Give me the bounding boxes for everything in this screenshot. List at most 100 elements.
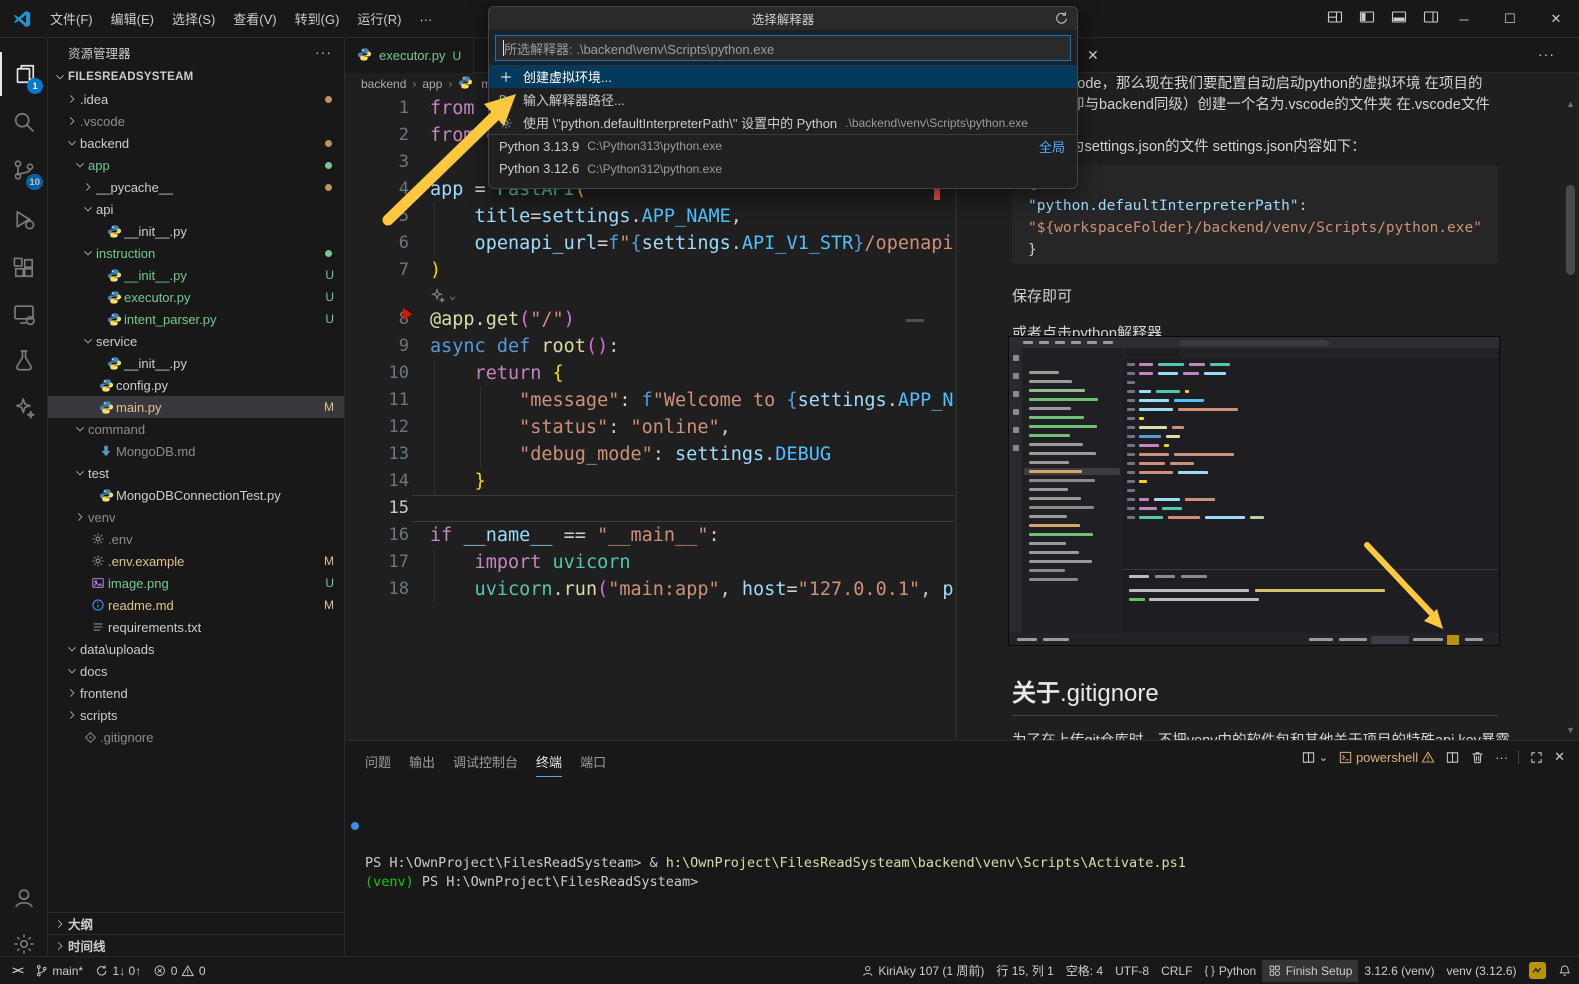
close-panel-icon[interactable]: ✕	[1554, 749, 1565, 765]
scroll-up-icon[interactable]: ▲	[1566, 99, 1575, 109]
tree-item--gitignore[interactable]: .gitignore	[48, 726, 344, 748]
panel-tab-1[interactable]: 输出	[409, 747, 435, 777]
activitybar-source-control[interactable]: 10	[0, 148, 47, 192]
editor-scrollbar-thumb[interactable]	[906, 319, 924, 322]
tree-item-requirements-txt[interactable]: requirements.txt	[48, 616, 344, 638]
breadcrumb-item-1[interactable]: app	[422, 77, 442, 91]
panel-tab-4[interactable]: 端口	[580, 747, 606, 777]
activitybar-testing[interactable]	[0, 338, 47, 382]
tree-item--pycache-[interactable]: __pycache__	[48, 176, 344, 198]
quickpick-item-2[interactable]: 使用 \"python.defaultInterpreterPath\" 设置中…	[489, 111, 1077, 134]
statusbar-cursor-position[interactable]: 行 15, 列 1	[990, 960, 1059, 982]
statusbar-finish-setup[interactable]: Finish Setup	[1262, 960, 1358, 982]
maximize-panel-icon[interactable]	[1529, 750, 1544, 765]
tree-item-instruction[interactable]: instruction	[48, 242, 344, 264]
inline-chat-sparkle-icon[interactable]: ⌄	[430, 284, 456, 306]
interpreter-search-input[interactable]	[495, 35, 1071, 61]
activitybar-account[interactable]	[0, 876, 47, 920]
layout-sidebar-left-icon[interactable]	[1359, 9, 1375, 30]
menu-item-0[interactable]: 文件(F)	[41, 8, 102, 31]
tree-item-mongodb-md[interactable]: MongoDB.md	[48, 440, 344, 462]
activitybar-search[interactable]	[0, 100, 47, 144]
breadcrumb-item-0[interactable]: backend	[361, 77, 406, 91]
quickpick-item-4[interactable]: Python 3.12.6C:\Python312\python.exe	[489, 157, 1077, 180]
terminal-more-icon[interactable]: ···	[1495, 750, 1508, 765]
tree-item--idea[interactable]: .idea	[48, 88, 344, 110]
tree-item--init-py[interactable]: __init__.py	[48, 220, 344, 242]
statusbar-notifications[interactable]	[1552, 960, 1578, 982]
tree-item-scripts[interactable]: scripts	[48, 704, 344, 726]
tree-item-config-py[interactable]: config.py	[48, 374, 344, 396]
quickpick-item-1[interactable]: 输入解释器路径...	[489, 88, 1077, 111]
split-terminal-icon[interactable]	[1445, 750, 1460, 765]
tree-item--env-example[interactable]: .env.exampleM	[48, 550, 344, 572]
statusbar-indentation[interactable]: 空格: 4	[1060, 960, 1109, 982]
menu-item-2[interactable]: 选择(S)	[163, 8, 224, 31]
tree-item-data-uploads[interactable]: data\uploads	[48, 638, 344, 660]
tree-item--vscode[interactable]: .vscode	[48, 110, 344, 132]
statusbar-encoding[interactable]: UTF-8	[1109, 960, 1155, 982]
tree-item-venv[interactable]: venv	[48, 506, 344, 528]
tree-item-docs[interactable]: docs	[48, 660, 344, 682]
activitybar-explorer[interactable]: 1	[0, 52, 47, 96]
tree-item-image-png[interactable]: image.pngU	[48, 572, 344, 594]
explorer-more-actions[interactable]: ···	[315, 44, 332, 60]
code-editor[interactable]: 1from fastapi import FastAPI2from config…	[345, 95, 954, 740]
activitybar-ai-assistant[interactable]	[0, 386, 47, 430]
layout-sidebar-right-icon[interactable]	[1423, 9, 1439, 30]
statusbar-gitlens-blame[interactable]: KiriAky 107 (1 周前)	[855, 960, 991, 982]
statusbar-git-sync[interactable]: 1↓ 0↑	[89, 960, 147, 982]
statusbar-git-branch[interactable]: main*	[29, 960, 89, 982]
quickpick-item-badge[interactable]: 全局	[1039, 137, 1065, 156]
panel-tab-2[interactable]: 调试控制台	[453, 747, 518, 777]
menu-item-1[interactable]: 编辑(E)	[102, 8, 163, 31]
tree-item-mongodbconnectiontest-py[interactable]: MongoDBConnectionTest.py	[48, 484, 344, 506]
layout-panel-icon[interactable]	[1391, 9, 1407, 30]
kill-terminal-icon[interactable]	[1470, 750, 1485, 765]
tabbar-more-actions[interactable]: ···	[1538, 46, 1555, 62]
tree-item--env[interactable]: .env	[48, 528, 344, 550]
maximize-button[interactable]: ☐	[1487, 0, 1533, 38]
tab-close-icon[interactable]: ✕	[1087, 47, 1099, 64]
statusbar-language-mode[interactable]: { }Python	[1198, 960, 1262, 982]
new-terminal-icon[interactable]: ⌄	[1301, 750, 1328, 765]
command-decoration-icon[interactable]	[351, 822, 359, 830]
tree-item--init-py[interactable]: __init__.pyU	[48, 264, 344, 286]
tree-item-app[interactable]: app	[48, 154, 344, 176]
statusbar-python-env[interactable]: venv (3.12.6)	[1440, 960, 1522, 982]
preview-scrollbar[interactable]	[1566, 185, 1575, 275]
tree-item-executor-py[interactable]: executor.pyU	[48, 286, 344, 308]
layout-customize-icon[interactable]	[1327, 9, 1343, 30]
close-button[interactable]: ✕	[1533, 0, 1579, 38]
statusbar-eol[interactable]: CRLF	[1155, 960, 1198, 982]
menu-item-3[interactable]: 查看(V)	[224, 8, 285, 31]
activitybar-remote-explorer[interactable]	[0, 292, 47, 336]
tree-item--init-py[interactable]: __init__.py	[48, 352, 344, 374]
tree-item-api[interactable]: api	[48, 198, 344, 220]
tree-item-backend[interactable]: backend	[48, 132, 344, 154]
terminal-profile[interactable]: powershell	[1338, 750, 1435, 765]
statusbar-problems[interactable]: 00	[147, 960, 211, 982]
statusbar-extension-status[interactable]	[1523, 960, 1552, 982]
panel-tab-3[interactable]: 终端	[536, 747, 562, 777]
minimize-button[interactable]: ─	[1441, 0, 1487, 38]
quickpick-item-0[interactable]: 创建虚拟环境...	[489, 65, 1077, 88]
tree-root-filesreadsysteam[interactable]: FILESREADSYSTEAM	[48, 66, 344, 88]
menu-item-6[interactable]: ···	[410, 8, 441, 31]
statusbar-remote-indicator[interactable]: ><	[6, 960, 29, 982]
menu-item-4[interactable]: 转到(G)	[286, 8, 349, 31]
tree-item-readme-md[interactable]: readme.mdM	[48, 594, 344, 616]
tree-item-command[interactable]: command	[48, 418, 344, 440]
statusbar-python-interpreter[interactable]: 3.12.6 (venv)	[1358, 960, 1440, 982]
tree-item-frontend[interactable]: frontend	[48, 682, 344, 704]
tree-item-service[interactable]: service	[48, 330, 344, 352]
activitybar-extensions[interactable]	[0, 246, 47, 290]
timeline-section[interactable]: 时间线	[48, 934, 344, 956]
quickpick-item-3[interactable]: Python 3.13.9C:\Python313\python.exe全局	[489, 134, 1077, 157]
tab-executor-py[interactable]: executor.py U	[345, 38, 474, 73]
terminal-output[interactable]: PS H:\OwnProject\FilesReadSysteam> & h:\…	[365, 797, 1186, 892]
refresh-icon[interactable]	[1054, 11, 1069, 29]
menu-item-5[interactable]: 运行(R)	[348, 8, 410, 31]
panel-tab-0[interactable]: 问题	[365, 747, 391, 777]
tree-item-test[interactable]: test	[48, 462, 344, 484]
